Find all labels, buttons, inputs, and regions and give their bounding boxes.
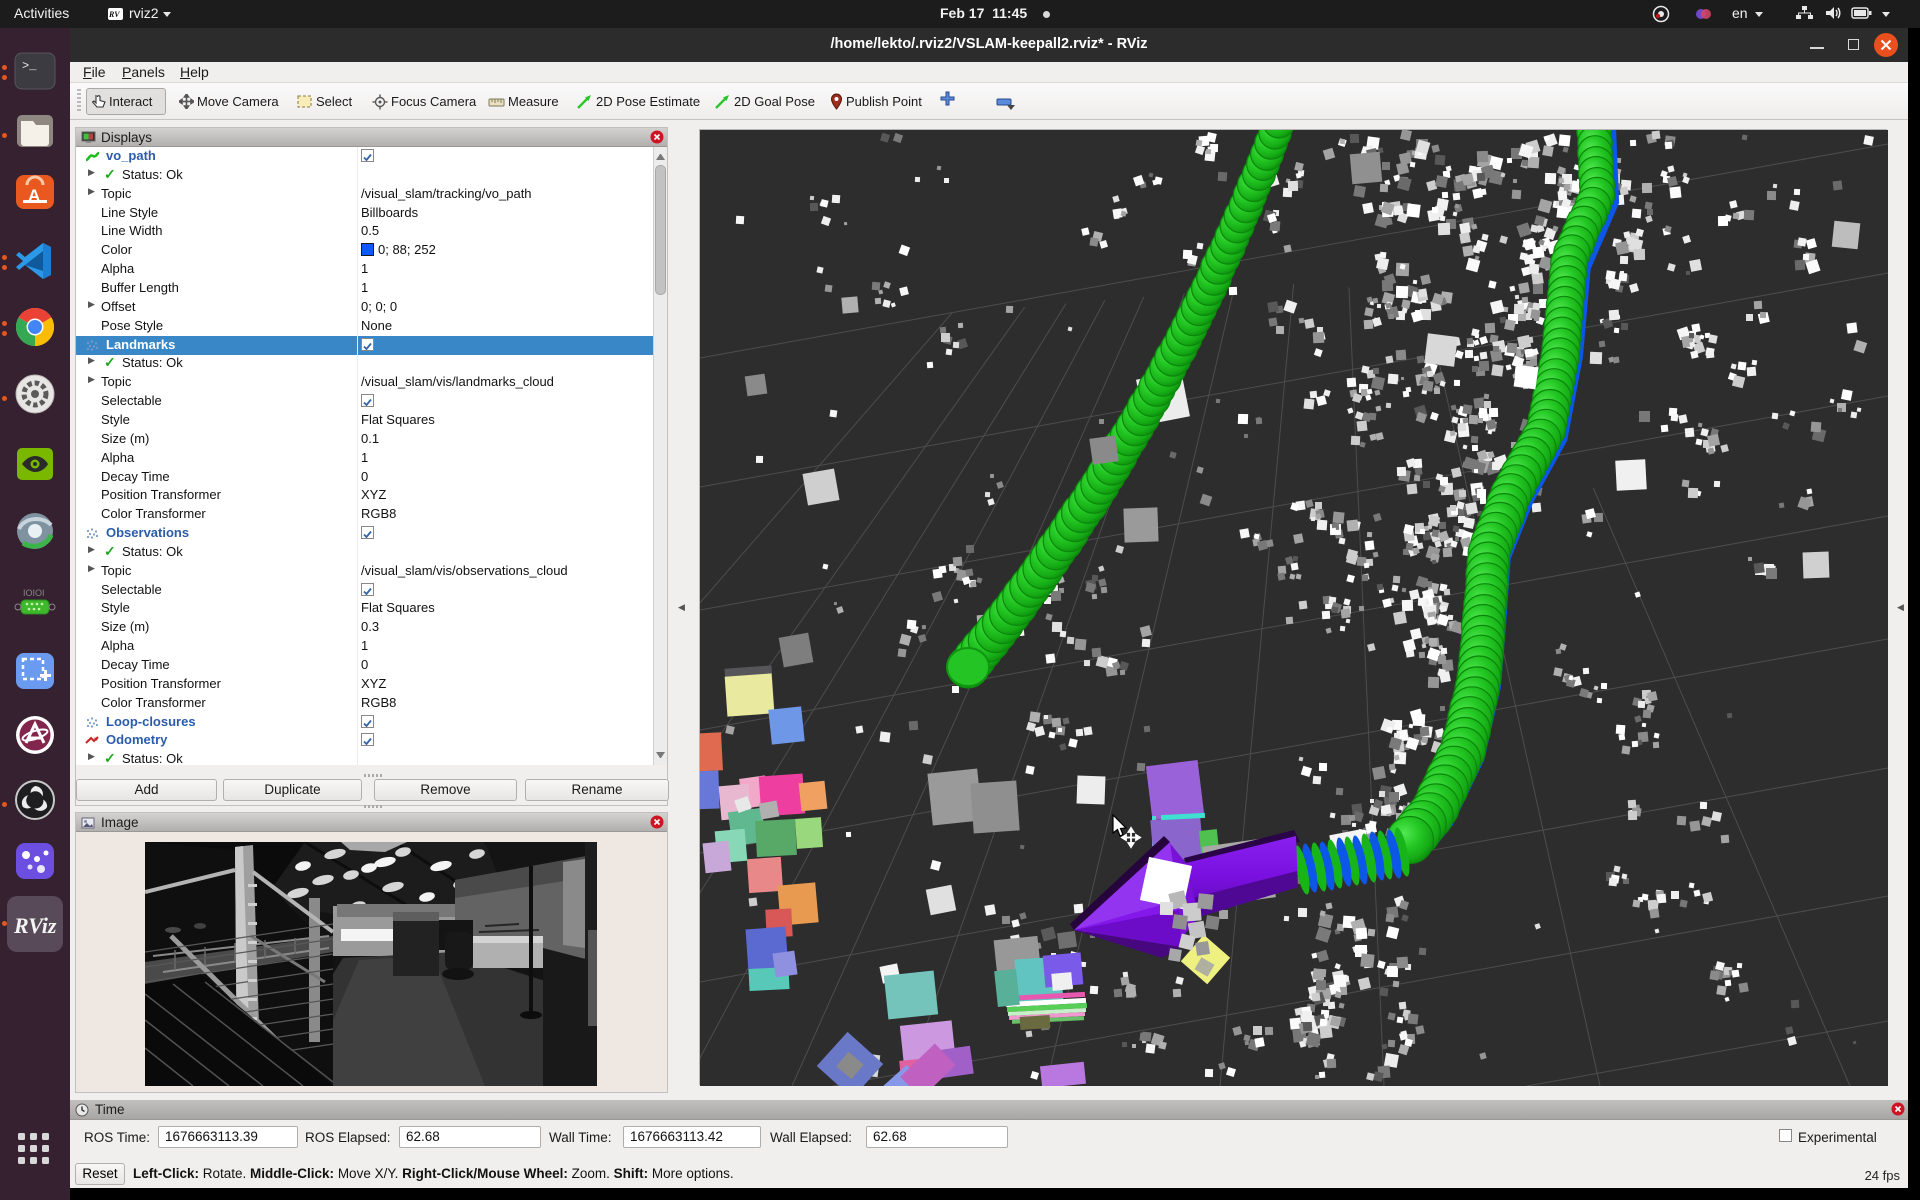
svg-text:RViz: RViz — [13, 913, 57, 938]
svg-text:RV: RV — [108, 10, 120, 19]
svg-text:>_: >_ — [22, 59, 37, 73]
svg-text:IOIOI: IOIOI — [23, 588, 45, 598]
